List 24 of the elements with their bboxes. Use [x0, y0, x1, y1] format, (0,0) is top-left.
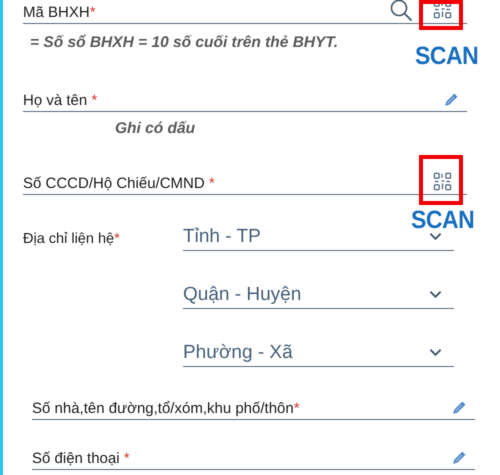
field-label: Địa chỉ liện hệ*	[23, 231, 121, 249]
input-field[interactable]: Mã BHXH*	[23, 0, 467, 24]
pencil-icon[interactable]	[452, 450, 467, 465]
dropdown[interactable]: Phường - Xã	[183, 339, 454, 367]
input-field[interactable]: Số điện thoại *	[32, 446, 475, 470]
input-field[interactable]: Số nhà,tên đường,tổ/xóm,khu phố/thôn*	[32, 396, 475, 420]
chevron-down-icon	[429, 348, 442, 357]
search-icon[interactable]	[389, 0, 413, 22]
field-label: Họ và tên *	[23, 92, 98, 109]
dropdown[interactable]: Quận - Huyện	[183, 281, 454, 309]
hint-text: = Số sổ BHXH = 10 số cuối trên thẻ BHYT.	[29, 34, 340, 52]
scan-label: SCAN	[415, 44, 478, 69]
field-label: Số điện thoại *	[32, 450, 130, 467]
hint-text: Ghi có dấu	[114, 120, 196, 138]
chevron-down-icon	[429, 232, 442, 241]
field-label: Mã BHXH*	[23, 4, 96, 21]
input-field[interactable]: Số CCCD/Hộ Chiếu/CMND *	[23, 171, 467, 195]
field-label: Số nhà,tên đường,tổ/xóm,khu phố/thôn*	[32, 400, 300, 417]
input-field[interactable]: Họ và tên *	[23, 88, 467, 112]
chevron-down-icon	[429, 290, 442, 299]
pencil-icon[interactable]	[452, 400, 467, 415]
qr-code-icon[interactable]	[433, 172, 452, 191]
field-label: Số CCCD/Hộ Chiếu/CMND *	[23, 175, 215, 192]
pencil-icon[interactable]	[444, 92, 459, 107]
